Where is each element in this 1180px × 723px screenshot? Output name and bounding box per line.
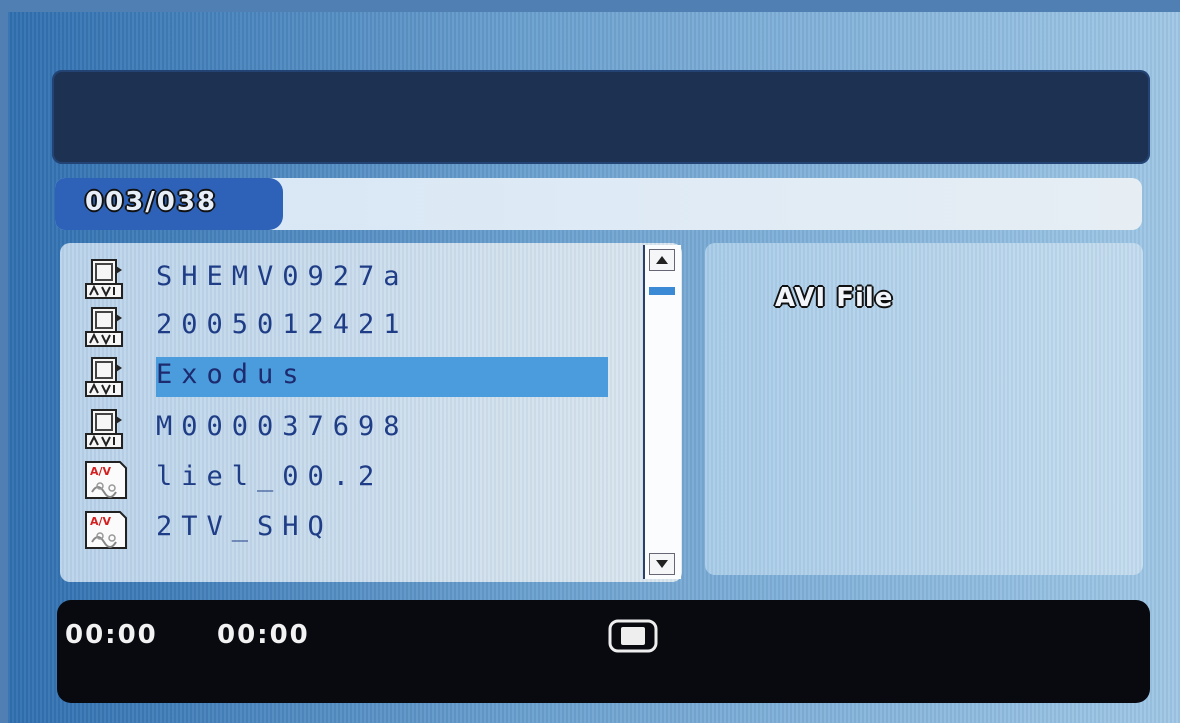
list-item-label: M000037698	[156, 411, 409, 442]
arrow-up-icon	[656, 256, 668, 264]
list-item[interactable]: SHEMV0927a	[68, 255, 608, 303]
avi-file-icon	[85, 307, 123, 347]
arrow-down-icon	[656, 560, 668, 568]
list-item-selected[interactable]: Exodus	[68, 353, 608, 401]
list-item-label: Exodus	[156, 359, 308, 390]
elapsed-time: 00:00	[65, 620, 158, 650]
av-file-icon: A/V	[85, 511, 127, 549]
list-item[interactable]: 2005012421	[68, 303, 608, 351]
scroll-down-button[interactable]	[649, 553, 675, 575]
list-item-label: SHEMV0927a	[156, 261, 409, 292]
list-item-label: liel_00.2	[156, 461, 384, 492]
counter-tab: 003/038	[55, 178, 283, 230]
status-bar: 00:00 00:00	[57, 600, 1150, 703]
list-item-label: 2005012421	[156, 309, 409, 340]
list-item[interactable]: M000037698	[68, 405, 608, 453]
file-counter: 003/038	[85, 187, 218, 217]
scrollbar[interactable]	[643, 245, 681, 579]
list-item[interactable]: A/V 2TV_SHQ	[68, 505, 608, 553]
av-file-icon: A/V	[85, 461, 127, 499]
avi-file-icon	[85, 357, 123, 397]
file-type-label: AVI File	[775, 283, 894, 313]
counter-bar: 003/038	[55, 178, 1142, 230]
svg-text:A/V: A/V	[90, 515, 112, 528]
scroll-up-button[interactable]	[649, 249, 675, 271]
avi-file-icon	[85, 259, 123, 299]
title-bar	[52, 70, 1150, 164]
file-list: SHEMV0927a 2005012421 Exodus M000037698 …	[60, 243, 682, 582]
scroll-thumb[interactable]	[649, 287, 675, 295]
avi-file-icon	[85, 409, 123, 449]
list-item-label: 2TV_SHQ	[156, 511, 333, 542]
list-item[interactable]: A/V liel_00.2	[68, 455, 608, 503]
total-time: 00:00	[217, 620, 310, 650]
file-info-panel: AVI File	[705, 243, 1143, 575]
stop-icon	[608, 619, 658, 653]
svg-text:A/V: A/V	[90, 465, 112, 478]
